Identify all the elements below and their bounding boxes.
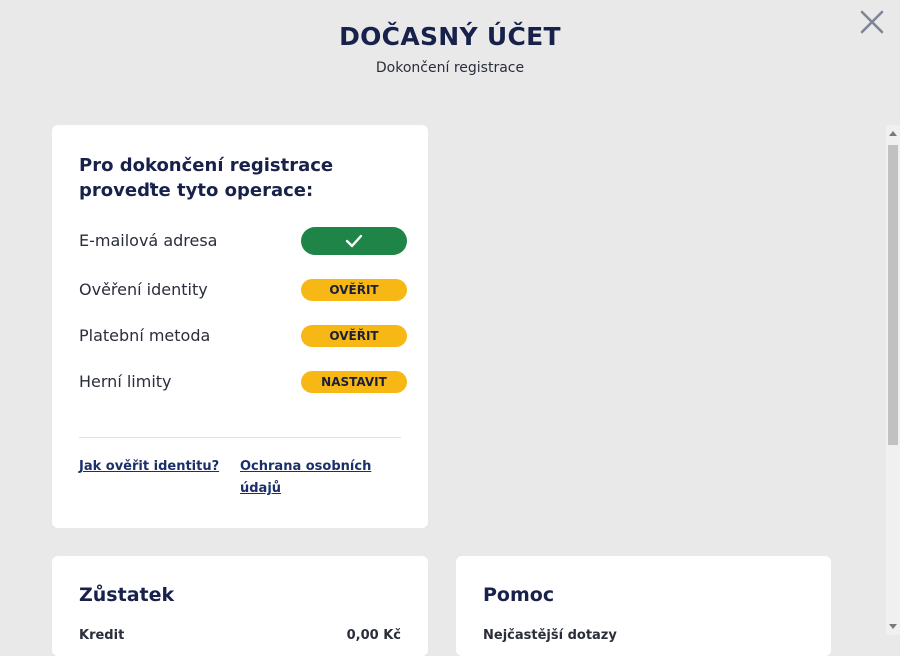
how-to-verify-link[interactable]: Jak ověřit identitu? [79, 456, 219, 478]
verify-identity-button[interactable]: OVĚŘIT [301, 279, 407, 301]
step-label-identity: Ověření identity [79, 280, 208, 299]
scrollbar-thumb[interactable] [888, 145, 898, 445]
step-row-payment: Platební metoda OVĚŘIT [79, 322, 409, 350]
set-limits-button[interactable]: NASTAVIT [301, 371, 407, 393]
faq-link[interactable]: Nejčastější dotazy [483, 628, 617, 643]
step-label-email: E-mailová adresa [79, 231, 218, 250]
scroll-up-arrow[interactable] [889, 131, 897, 136]
page-subtitle: Dokončení registrace [375, 60, 525, 76]
close-button[interactable] [858, 8, 886, 36]
verify-payment-button[interactable]: OVĚŘIT [301, 325, 407, 347]
step-label-payment: Platební metoda [79, 326, 211, 345]
privacy-link-line1[interactable]: Ochrana osobních [240, 456, 371, 478]
balance-card: Zůstatek Kredit 0,00 Kč [52, 556, 428, 656]
registration-steps-card: Pro dokončení registrace proveďte tyto o… [52, 125, 428, 528]
privacy-link[interactable]: Ochrana osobních údajů [240, 456, 371, 500]
divider [79, 437, 401, 438]
check-icon [345, 234, 363, 248]
privacy-link-line2[interactable]: údajů [240, 478, 371, 500]
help-title: Pomoc [483, 584, 555, 606]
step-row-limits: Herní limity NASTAVIT [79, 368, 409, 396]
steps-heading: Pro dokončení registrace proveďte tyto o… [79, 153, 409, 203]
balance-value: 0,00 Kč [346, 628, 401, 643]
help-card: Pomoc Nejčastější dotazy [456, 556, 831, 656]
step-row-identity: Ověření identity OVĚŘIT [79, 276, 409, 304]
steps-heading-line1: Pro dokončení registrace [79, 155, 334, 176]
scroll-down-arrow[interactable] [889, 624, 897, 629]
steps-heading-line2: proveďte tyto operace: [79, 180, 314, 201]
email-verified-badge [301, 227, 407, 255]
step-label-limits: Herní limity [79, 372, 172, 391]
scrollbar[interactable] [886, 125, 900, 635]
close-icon[interactable] [858, 8, 886, 36]
page-title: DOČASNÝ ÚČET [339, 22, 561, 51]
step-row-email: E-mailová adresa [79, 227, 409, 255]
balance-title: Zůstatek [79, 584, 175, 606]
balance-label: Kredit [79, 628, 125, 643]
